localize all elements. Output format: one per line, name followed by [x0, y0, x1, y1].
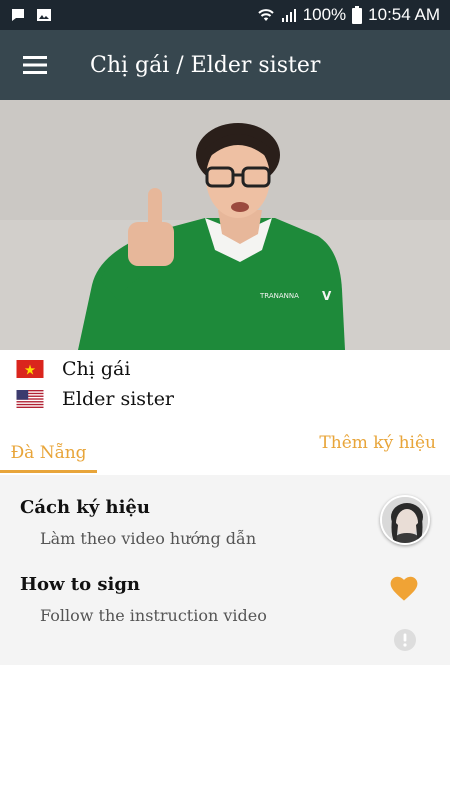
report-icon[interactable] [393, 628, 417, 656]
status-bar: 100% 10:54 AM [0, 0, 450, 30]
status-right: 100% 10:54 AM [257, 5, 440, 25]
image-icon [36, 7, 52, 23]
battery-level: 100% [302, 5, 347, 24]
vi-instruction-title: Cách ký hiệu [20, 497, 150, 518]
heart-icon[interactable] [390, 576, 418, 606]
page-title: Chị gái / Elder sister [90, 52, 321, 78]
wifi-icon [257, 7, 275, 23]
tab-active-indicator [0, 470, 97, 473]
translation-vi: Chị gái [16, 358, 130, 380]
translations: Chị gái Elder sister [0, 350, 450, 415]
svg-text:TRANANNA: TRANANNA [259, 292, 299, 300]
battery-icon [352, 6, 363, 24]
tabs-row: Đà Nẵng Thêm ký hiệu [0, 415, 450, 475]
status-left-icons [10, 7, 52, 23]
tab-region-label: Đà Nẵng [10, 443, 87, 463]
signal-icon [281, 7, 297, 23]
avatar-photo [382, 497, 428, 543]
instruction-card: Cách ký hiệu Làm theo video hướng dẫn Ho… [0, 475, 450, 665]
video-frame-illustration: TRANANNA V [0, 100, 450, 350]
tab-region[interactable]: Đà Nẵng [0, 435, 97, 475]
clock: 10:54 AM [368, 5, 440, 24]
en-instruction-title: How to sign [20, 574, 141, 595]
chat-icon [10, 7, 26, 23]
translation-en: Elder sister [16, 388, 174, 410]
avatar[interactable] [380, 495, 430, 545]
vietnam-flag-icon [16, 360, 44, 378]
hamburger-icon [23, 56, 47, 74]
menu-button[interactable] [0, 30, 70, 100]
vi-instruction-text: Làm theo video hướng dẫn [40, 529, 257, 548]
translation-en-text: Elder sister [62, 388, 175, 410]
sign-video[interactable]: TRANANNA V [0, 100, 450, 350]
add-sign-button[interactable]: Thêm ký hiệu [319, 433, 436, 453]
en-instruction-text: Follow the instruction video [40, 606, 267, 625]
app-bar: Chị gái / Elder sister [0, 30, 450, 100]
translation-vi-text: Chị gái [62, 358, 131, 380]
usa-flag-icon [16, 390, 44, 408]
svg-text:V: V [322, 289, 332, 303]
